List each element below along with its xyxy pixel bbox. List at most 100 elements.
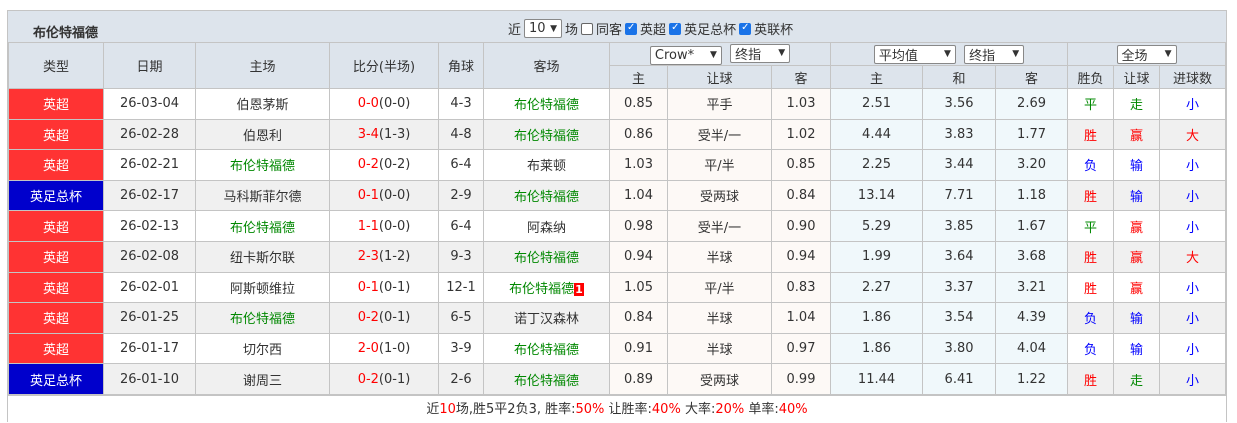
- company-select[interactable]: Crow* ▼: [649, 45, 722, 65]
- home-team-cell: 布伦特福德: [195, 302, 330, 334]
- summary-text: 近: [426, 401, 440, 417]
- euro-mode-select[interactable]: 终指 ▼: [964, 44, 1025, 64]
- league-badge[interactable]: 英超: [8, 118, 104, 151]
- home-team-cell-text[interactable]: 切尔西: [243, 343, 282, 358]
- chevron-down-icon: ▼: [1164, 49, 1172, 59]
- home-team-cell-text[interactable]: 布伦特福德: [230, 221, 295, 236]
- full-time-score[interactable]: 0-2: [358, 310, 379, 325]
- home-team-cell-text[interactable]: 布伦特福德: [230, 312, 295, 327]
- date-cell-text: 26-03-04: [119, 96, 179, 112]
- home-team-cell-text[interactable]: 伯恩茅斯: [236, 98, 288, 113]
- corner-cell: 9-3: [438, 240, 484, 273]
- corner-cell-text: 2-6: [450, 371, 472, 387]
- euro-draw-odds: 3.85: [922, 210, 997, 242]
- away-team-text[interactable]: 布伦特福德: [514, 129, 579, 144]
- date-cell-text: 26-02-13: [119, 218, 179, 234]
- euro-mode-value: 终指: [969, 48, 996, 64]
- hcp-away-odds: 0.97: [770, 332, 832, 365]
- same-home-checkbox[interactable]: [581, 22, 594, 35]
- full-time-score[interactable]: 0-1: [358, 188, 379, 203]
- match-count-select[interactable]: 10 ▼: [524, 19, 563, 38]
- home-team-cell-text[interactable]: 谢周三: [243, 374, 282, 389]
- wl-result-text: 胜: [1084, 251, 1098, 267]
- euro-home-odds-text: 1.99: [862, 249, 891, 265]
- euro-away-odds-text: 1.22: [1017, 371, 1046, 387]
- same-home-label: 同客: [596, 23, 623, 38]
- euro-draw-odds-text: 6.41: [944, 371, 974, 387]
- win-rate: 50%: [575, 401, 605, 417]
- full-time-score[interactable]: 0-1: [358, 280, 379, 295]
- league-text: 英超: [42, 281, 69, 297]
- euro-away-odds: 3.20: [995, 149, 1069, 181]
- home-team-cell: 布伦特福德: [195, 210, 330, 242]
- euro-draw-odds-text: 3.85: [944, 218, 974, 234]
- league-badge[interactable]: 英超: [8, 240, 104, 273]
- hcp-line: 受两球: [667, 363, 772, 395]
- full-time-score[interactable]: 0-2: [358, 372, 379, 387]
- home-team-cell-text[interactable]: 布伦特福德: [230, 159, 295, 174]
- away-team-text[interactable]: 阿森纳: [527, 221, 566, 236]
- corner-cell-text: 12-1: [446, 279, 476, 295]
- hcp-result-text: 赢: [1130, 281, 1144, 297]
- goals-result-text: 小: [1186, 159, 1200, 175]
- hcp-line-text: 受两球: [699, 373, 739, 389]
- facup-checkbox[interactable]: [669, 22, 682, 35]
- epl-checkbox[interactable]: [625, 22, 638, 35]
- hcp-line: 半球: [667, 332, 772, 365]
- match-row: 英超 26-02-21 布伦特福德 0-2(0-2) 6-4 布莱顿 1.03 平/半 0.85…: [8, 149, 1227, 181]
- away-team-text[interactable]: 布莱顿: [527, 159, 566, 174]
- date-cell-text: 26-01-25: [119, 310, 179, 326]
- away-team-text[interactable]: 布伦特福德: [509, 282, 574, 297]
- hcp-line: 半球: [667, 240, 772, 273]
- euro-home-odds-text: 1.86: [862, 341, 891, 357]
- chevron-down-icon: ▼: [778, 48, 786, 58]
- home-team-cell-text[interactable]: 马科斯菲尔德: [223, 190, 301, 205]
- full-time-score[interactable]: 2-3: [358, 249, 379, 264]
- league-badge[interactable]: 英超: [8, 210, 104, 242]
- wl-result: 胜: [1067, 118, 1115, 151]
- full-time-score[interactable]: 0-2: [358, 157, 379, 172]
- match-row: 英超 26-02-13 布伦特福德 1-1(0-0) 6-4 阿森纳 0.98 受半/一 0.9…: [8, 210, 1227, 242]
- full-time-score[interactable]: 2-0: [358, 341, 379, 356]
- avg-select[interactable]: 平均值 ▼: [873, 44, 956, 64]
- col-corner: 角球: [438, 42, 484, 89]
- league-badge[interactable]: 英超: [8, 332, 104, 365]
- chevron-down-icon: ▼: [550, 23, 558, 34]
- league-badge[interactable]: 英超: [8, 149, 104, 181]
- hcp-away-odds: 0.85: [770, 149, 832, 181]
- hcp-result: 走: [1113, 363, 1161, 395]
- euro-home-odds-text: 1.86: [862, 310, 891, 326]
- away-team-text[interactable]: 布伦特福德: [514, 190, 579, 205]
- home-team-cell-text[interactable]: 阿斯顿维拉: [230, 282, 295, 297]
- home-team-cell-text[interactable]: 伯恩利: [243, 129, 282, 144]
- leaguecup-checkbox[interactable]: [739, 22, 752, 35]
- match-count-value: 10: [529, 21, 546, 36]
- date-cell: 26-01-25: [103, 302, 196, 334]
- league-badge[interactable]: 英超: [8, 271, 104, 304]
- full-time-score[interactable]: 3-4: [358, 127, 379, 142]
- league-badge[interactable]: 英足总杯: [8, 179, 104, 212]
- euro-draw-odds-text: 3.44: [944, 157, 974, 173]
- league-badge[interactable]: 英超: [8, 302, 104, 334]
- away-team-text[interactable]: 诺丁汉森林: [514, 312, 579, 327]
- away-team-text[interactable]: 布伦特福德: [514, 98, 579, 113]
- euro-draw-odds: 3.80: [922, 332, 997, 365]
- full-time-score[interactable]: 1-1: [358, 219, 379, 234]
- wl-result: 胜: [1067, 179, 1115, 212]
- wl-result-text: 胜: [1084, 128, 1098, 144]
- league-badge[interactable]: 英超: [8, 88, 104, 120]
- euro-home-odds-text: 13.14: [857, 188, 896, 204]
- handicap-mode-select[interactable]: 终指 ▼: [730, 43, 791, 63]
- home-team-cell-text[interactable]: 纽卡斯尔联: [230, 251, 295, 266]
- league-badge[interactable]: 英足总杯: [8, 363, 104, 395]
- away-team-text[interactable]: 布伦特福德: [514, 251, 579, 266]
- wl-result-text: 平: [1084, 220, 1098, 236]
- match-row: 英超 26-02-08 纽卡斯尔联 2-3(1-2) 9-3 布伦特福德 0.94 半球 0.9…: [8, 240, 1227, 273]
- full-time-score[interactable]: 0-0: [358, 96, 379, 111]
- range-select[interactable]: 全场 ▼: [1116, 44, 1177, 64]
- corner-cell: 6-5: [438, 302, 484, 334]
- away-team-text[interactable]: 布伦特福德: [514, 374, 579, 389]
- away-team-cell: 诺丁汉森林: [483, 302, 610, 334]
- euro-away-odds: 1.67: [995, 210, 1069, 242]
- away-team-text[interactable]: 布伦特福德: [514, 343, 579, 358]
